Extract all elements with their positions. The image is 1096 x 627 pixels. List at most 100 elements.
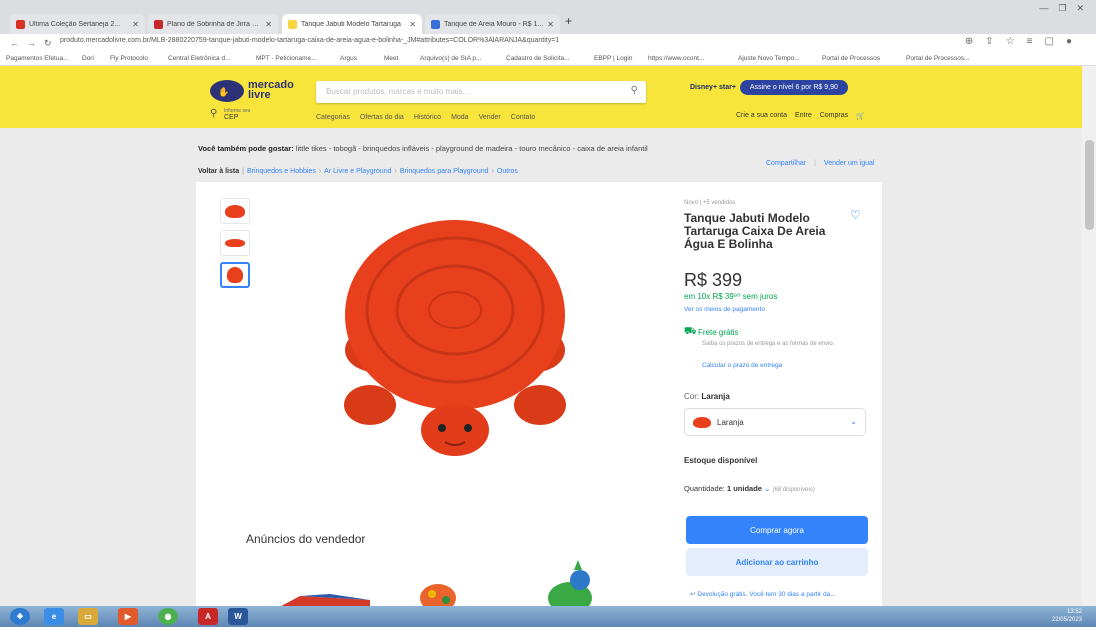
- maximize-icon[interactable]: ❐: [1058, 3, 1066, 14]
- bookmark-item[interactable]: Dori: [82, 55, 94, 62]
- product-main-image[interactable]: [330, 200, 580, 460]
- nav-vender[interactable]: Vender: [479, 114, 501, 121]
- sell-similar-link[interactable]: Vender um igual: [824, 160, 875, 167]
- close-window-icon[interactable]: ✕: [1076, 3, 1084, 14]
- add-to-cart-button[interactable]: Adicionar ao carrinho: [686, 548, 868, 576]
- payment-methods-link[interactable]: Ver os meios de pagamento: [684, 306, 765, 313]
- breadcrumb-item[interactable]: Brinquedos e Hobbies: [247, 168, 316, 175]
- product-price: R$ 399: [684, 270, 743, 290]
- bookmark-item[interactable]: Portal de Processos: [822, 55, 880, 62]
- related-searches-list[interactable]: little tikes - tobogã - brinquedos inflá…: [296, 144, 648, 153]
- bookmark-item[interactable]: Arquivo(s) de SIA p...: [420, 55, 481, 62]
- forward-icon[interactable]: →: [27, 38, 36, 48]
- bookmark-item[interactable]: MPT - Peticioname...: [256, 55, 317, 62]
- user-links: Crie a sua conta Entre Compras 🛒: [736, 112, 865, 120]
- url-field[interactable]: produto.mercadolivre.com.br/MLB-28802207…: [60, 37, 559, 44]
- product-title: Tanque Jabuti Modelo Tartaruga Caixa De …: [684, 211, 826, 251]
- close-icon[interactable]: ✕: [265, 20, 272, 29]
- free-returns-link[interactable]: ↩ Devolução grátis. Você tem 30 dias a p…: [690, 590, 836, 598]
- promo-button[interactable]: Assine o nível 6 por R$ 9,90: [739, 79, 848, 95]
- seller-ads-images[interactable]: [260, 558, 640, 612]
- close-icon[interactable]: ✕: [132, 20, 139, 29]
- related-searches: Você também pode gostar: little tikes - …: [198, 144, 648, 153]
- logo-wordmark[interactable]: mercado livre: [248, 80, 294, 101]
- chevron-down-icon: ⌄: [850, 417, 857, 426]
- word-icon[interactable]: W: [228, 608, 248, 625]
- bookmark-star-icon[interactable]: ☆: [1006, 36, 1015, 47]
- pdf-icon: [154, 19, 163, 29]
- bookmark-item[interactable]: Ajuste Novo Tempo...: [738, 55, 800, 62]
- close-icon[interactable]: ✕: [409, 20, 416, 29]
- shipping-note: Saiba os prazos de entrega e as formas d…: [702, 341, 835, 347]
- nav-moda[interactable]: Moda: [451, 114, 469, 121]
- reading-list-icon[interactable]: ≡: [1027, 36, 1033, 47]
- bookmark-item[interactable]: Cadastro de Solicita...: [506, 55, 570, 62]
- bookmark-item[interactable]: https://www.ocont...: [648, 55, 704, 62]
- system-clock[interactable]: 13:52 22/05/2023: [1052, 608, 1082, 624]
- ie-icon[interactable]: e: [44, 608, 64, 625]
- minimize-icon[interactable]: —: [1039, 3, 1048, 14]
- back-to-list-link[interactable]: Voltar à lista: [198, 168, 239, 175]
- quantity-selector[interactable]: Quantidade: 1 unidade ⌄ (68 disponíveis): [684, 484, 815, 493]
- scrollbar-thumb[interactable]: [1085, 140, 1094, 230]
- bookmarks-bar: Pagamentos Efetua... Dori Fly Protocolo …: [0, 52, 1096, 66]
- bookmark-item[interactable]: Central Eletrônica d...: [168, 55, 231, 62]
- bookmark-item[interactable]: Pagamentos Efetua...: [6, 55, 69, 62]
- return-icon: ↩: [690, 591, 696, 598]
- sidebar-icon[interactable]: ▢: [1045, 36, 1054, 47]
- create-account-link[interactable]: Crie a sua conta: [736, 112, 787, 120]
- reload-icon[interactable]: ↻: [44, 38, 52, 49]
- search-icon[interactable]: ⚲: [631, 85, 638, 96]
- color-select[interactable]: Laranja ⌄: [684, 408, 866, 436]
- product-condition: Novo | +5 vendidos: [684, 200, 736, 206]
- browser-tab-3-active[interactable]: Tanque Jabuti Modelo Tartaruga ✕: [282, 14, 422, 34]
- calculate-delivery-link[interactable]: Calcular o prazo de entrega: [702, 362, 782, 369]
- nav-categorias[interactable]: Categorias: [316, 114, 350, 121]
- purchases-link[interactable]: Compras: [820, 112, 848, 120]
- folder-icon[interactable]: ▭: [78, 608, 98, 625]
- translate-icon[interactable]: ⊕: [965, 36, 973, 47]
- product-thumbnail-2[interactable]: [220, 230, 250, 256]
- promo-banner[interactable]: Disney+ star+ Assine o nível 6 por R$ 9,…: [690, 78, 848, 96]
- nav-historico[interactable]: Histórico: [414, 114, 441, 121]
- browser-tab-2[interactable]: Plano de Sobrinha de Jirra 2 m l.. ✕: [148, 14, 278, 34]
- free-shipping: Frete grátis: [698, 328, 739, 337]
- turtle-thumbnail-image: [225, 204, 245, 218]
- site-header: ✋ mercado livre Buscar produtos, marcas …: [0, 66, 1096, 128]
- bookmark-item[interactable]: EBPP | Login: [594, 55, 632, 62]
- favorite-heart-icon[interactable]: ♡: [850, 208, 861, 222]
- login-link[interactable]: Entre: [795, 112, 812, 120]
- bookmark-item[interactable]: Fly Protocolo: [110, 55, 148, 62]
- cep-link[interactable]: CEP: [224, 114, 238, 121]
- browser-tab-4[interactable]: Tanque de Areia Mouro - R$ 1... ✕: [425, 14, 560, 34]
- chrome-icon[interactable]: ◉: [158, 608, 178, 625]
- product-thumbnail-1[interactable]: [220, 198, 250, 224]
- start-button[interactable]: ❖: [10, 608, 30, 625]
- nav-ofertas[interactable]: Ofertas do dia: [360, 114, 404, 121]
- color-label: Cor: Laranja: [684, 392, 730, 401]
- breadcrumb: Voltar à lista | Brinquedos e Hobbies › Ar L…: [198, 168, 518, 175]
- bookmark-item[interactable]: Portal de Processos...: [906, 55, 970, 62]
- new-tab-button[interactable]: +: [565, 14, 572, 28]
- turtle-thumbnail-image: [227, 267, 243, 283]
- search-input[interactable]: Buscar produtos, marcas e muito mais... …: [316, 81, 646, 103]
- profile-icon[interactable]: ●: [1066, 36, 1072, 47]
- media-player-icon[interactable]: ▶: [118, 608, 138, 625]
- share-link[interactable]: Compartilhar: [766, 160, 806, 167]
- acrobat-icon[interactable]: A: [198, 608, 218, 625]
- breadcrumb-item[interactable]: Outros: [497, 168, 518, 175]
- bookmark-item[interactable]: Meet: [384, 55, 398, 62]
- product-thumbnail-3[interactable]: [220, 262, 250, 288]
- close-icon[interactable]: ✕: [547, 20, 554, 29]
- breadcrumb-item[interactable]: Brinquedos para Playground: [400, 168, 489, 175]
- chevron-down-icon: ⌄: [764, 484, 771, 493]
- nav-contato[interactable]: Contato: [511, 114, 536, 121]
- share-icon[interactable]: ⇪: [985, 36, 993, 47]
- breadcrumb-item[interactable]: Ar Livre e Playground: [324, 168, 391, 175]
- share-links: Compartilhar | Vender um igual: [766, 160, 875, 167]
- buy-now-button[interactable]: Comprar agora: [686, 516, 868, 544]
- browser-tab-1[interactable]: Última Coleção Sertaneja 2... ✕: [10, 14, 145, 34]
- cart-icon[interactable]: 🛒: [856, 112, 865, 120]
- back-icon[interactable]: ←: [10, 38, 19, 48]
- bookmark-item[interactable]: Argus: [340, 55, 357, 62]
